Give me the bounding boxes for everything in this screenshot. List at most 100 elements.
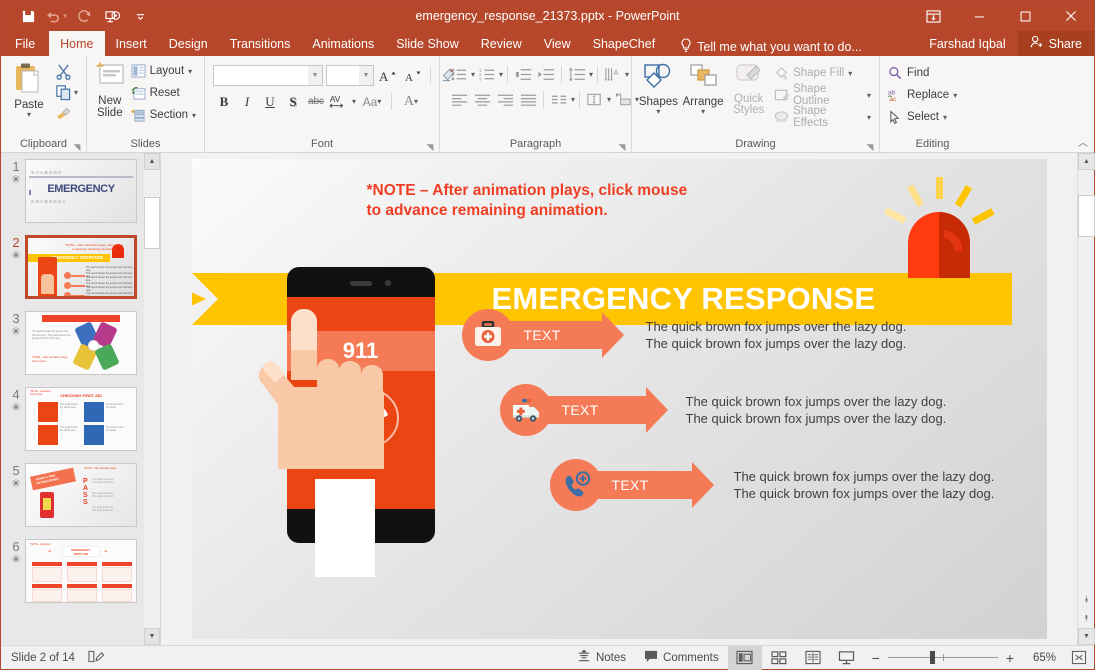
bullet-row-3[interactable]: TEXT The quick brown fox jumps over the … bbox=[550, 459, 995, 511]
presentation-icon[interactable] bbox=[99, 4, 125, 28]
strikethrough-button[interactable]: abc bbox=[305, 91, 327, 112]
change-case-button[interactable]: Aa ▾ bbox=[357, 91, 387, 112]
tab-animations[interactable]: Animations bbox=[301, 31, 385, 56]
customize-qat-chevron-down-icon[interactable] bbox=[127, 4, 153, 28]
reset-button[interactable]: Reset bbox=[128, 82, 199, 104]
shape-fill-chevron-down-icon[interactable]: ▾ bbox=[848, 70, 852, 77]
font-name-chevron-down-icon[interactable]: ▼ bbox=[308, 66, 322, 85]
save-icon[interactable] bbox=[15, 4, 41, 28]
shapes-chevron-down-icon[interactable]: ▾ bbox=[656, 108, 660, 115]
paragraph-dialog-launcher-icon[interactable]: ◥ bbox=[617, 139, 627, 149]
collapse-ribbon-button[interactable]: ︿ bbox=[1078, 134, 1088, 149]
clipboard-dialog-launcher-icon[interactable]: ◥ bbox=[72, 139, 82, 149]
shape-effects-chevron-down-icon[interactable]: ▾ bbox=[867, 114, 871, 121]
row-text-2[interactable]: The quick brown fox jumps over the lazy … bbox=[686, 393, 947, 428]
increase-indent-button[interactable] bbox=[535, 64, 557, 85]
layout-button[interactable]: Layout ▾ bbox=[128, 60, 199, 82]
maximize-button[interactable] bbox=[1002, 1, 1048, 31]
font-size-chevron-down-icon[interactable]: ▼ bbox=[359, 66, 373, 85]
thumbnail-image-3[interactable]: The quick brown fox jumps over the lazy … bbox=[25, 311, 137, 375]
section-button[interactable]: Section ▾ bbox=[128, 104, 199, 126]
quick-styles-button[interactable]: Quick Styles bbox=[726, 60, 771, 116]
scroll-down-icon[interactable]: ▼ bbox=[1078, 628, 1095, 645]
view-normal-button[interactable] bbox=[728, 646, 762, 670]
row-text-1[interactable]: The quick brown fox jumps over the lazy … bbox=[646, 318, 907, 353]
shape-outline-button[interactable]: Shape Outline ▾ bbox=[771, 84, 874, 106]
increase-font-size-button[interactable]: A bbox=[377, 65, 399, 86]
vertical-scroll-thumb[interactable] bbox=[1078, 195, 1095, 237]
slide-vertical-scrollbar[interactable]: ▲ ⯯ ⯭ ▼ bbox=[1077, 153, 1094, 645]
arrow-label-3[interactable]: TEXT bbox=[590, 471, 692, 499]
undo-icon[interactable]: ▾ bbox=[43, 4, 69, 28]
align-right-button[interactable] bbox=[494, 89, 516, 110]
drawing-dialog-launcher-icon[interactable]: ◥ bbox=[865, 139, 875, 149]
thumbnail-scroll-up-icon[interactable]: ▲ bbox=[144, 153, 160, 170]
bullet-row-2[interactable]: TEXT The quick brown fox jumps over the … bbox=[500, 384, 947, 436]
zoom-in-button[interactable]: + bbox=[1006, 650, 1014, 666]
zoom-percentage[interactable]: 65% bbox=[1022, 652, 1056, 664]
align-text-button[interactable] bbox=[584, 89, 606, 110]
cut-button[interactable] bbox=[52, 61, 74, 82]
align-text-chevron-down-icon[interactable]: ▾ bbox=[607, 96, 611, 103]
section-chevron-down-icon[interactable]: ▾ bbox=[192, 112, 196, 119]
copy-chevron-down-icon[interactable]: ▾ bbox=[74, 89, 78, 96]
replace-button[interactable]: abac Replace ▾ bbox=[885, 84, 960, 106]
numbering-button[interactable]: 123 bbox=[476, 64, 498, 85]
minimize-button[interactable] bbox=[956, 1, 1002, 31]
justify-button[interactable] bbox=[517, 89, 539, 110]
notes-button[interactable]: Notes bbox=[568, 646, 635, 670]
columns-button[interactable] bbox=[548, 89, 570, 110]
tab-shapechef[interactable]: ShapeChef bbox=[582, 31, 667, 56]
tab-design[interactable]: Design bbox=[158, 31, 219, 56]
thumbnail-item-1[interactable]: 1 ✳ ⊞ ⊡ ⊙ ⊠ ⊟ ⊞ ⊡ EMERGENCY ⊡ ⊞ ⊙ ⊠ ⊟ ⊞ … bbox=[1, 159, 160, 235]
tab-home[interactable]: Home bbox=[49, 31, 104, 56]
fit-to-window-button[interactable] bbox=[1064, 646, 1094, 670]
ribbon-display-options-icon[interactable] bbox=[910, 1, 956, 31]
numbering-chevron-down-icon[interactable]: ▾ bbox=[499, 71, 503, 78]
character-spacing-chevron-down-icon[interactable]: ▾ bbox=[352, 98, 356, 105]
thumbnail-scrollbar[interactable]: ▲ ▼ bbox=[144, 153, 160, 645]
slide-editing-surface[interactable]: *NOTE – After animation plays, click mou… bbox=[192, 159, 1047, 639]
font-dialog-launcher-icon[interactable]: ◥ bbox=[425, 139, 435, 149]
tab-transitions[interactable]: Transitions bbox=[219, 31, 302, 56]
text-shadow-button[interactable]: S bbox=[282, 91, 304, 112]
shape-fill-button[interactable]: Shape Fill ▾ bbox=[771, 62, 874, 84]
thumbnail-scroll-thumb[interactable] bbox=[144, 197, 160, 249]
arrow-label-2[interactable]: TEXT bbox=[540, 396, 646, 424]
bullets-button[interactable] bbox=[448, 64, 470, 85]
replace-chevron-down-icon[interactable]: ▾ bbox=[953, 92, 957, 99]
select-button[interactable]: Select ▾ bbox=[885, 106, 960, 128]
scroll-up-icon[interactable]: ▲ bbox=[1078, 153, 1095, 170]
tab-review[interactable]: Review bbox=[470, 31, 533, 56]
row-text-3[interactable]: The quick brown fox jumps over the lazy … bbox=[734, 468, 995, 503]
thumbnail-image-1[interactable]: ⊞ ⊡ ⊙ ⊠ ⊟ ⊞ ⊡ EMERGENCY ⊡ ⊞ ⊙ ⊠ ⊟ ⊞ ⊡ ⊙ bbox=[25, 159, 137, 223]
underline-button[interactable]: U bbox=[259, 91, 281, 112]
view-reading-button[interactable] bbox=[796, 646, 830, 670]
columns-chevron-down-icon[interactable]: ▾ bbox=[571, 96, 575, 103]
thumbnail-image-4[interactable]: CHECKING FIRST AID *NOTE – animationclic… bbox=[25, 387, 137, 451]
font-color-button[interactable]: A ▾ bbox=[396, 91, 426, 112]
bold-button[interactable]: B bbox=[213, 91, 235, 112]
font-name-combo[interactable]: ▼ bbox=[213, 65, 323, 86]
text-direction-chevron-down-icon[interactable]: ▾ bbox=[625, 71, 629, 78]
tab-slide-show[interactable]: Slide Show bbox=[385, 31, 470, 56]
font-color-chevron-down-icon[interactable]: ▾ bbox=[414, 98, 418, 105]
thumbnail-scroll-down-icon[interactable]: ▼ bbox=[144, 628, 160, 645]
center-button[interactable] bbox=[471, 89, 493, 110]
view-slide-sorter-button[interactable] bbox=[762, 646, 796, 670]
arrange-chevron-down-icon[interactable]: ▾ bbox=[701, 108, 705, 115]
zoom-out-button[interactable]: − bbox=[872, 650, 880, 666]
change-case-chevron-down-icon[interactable]: ▾ bbox=[377, 98, 381, 105]
tab-view[interactable]: View bbox=[533, 31, 582, 56]
share-button[interactable]: Share bbox=[1018, 31, 1094, 56]
arrange-button[interactable]: Arrange ▾ bbox=[680, 60, 727, 115]
bullets-chevron-down-icon[interactable]: ▾ bbox=[471, 71, 475, 78]
thumbnail-item-3[interactable]: 3 ✳ The quick brown fox jumps over the l… bbox=[1, 311, 160, 387]
slide-note-text[interactable]: *NOTE – After animation plays, click mou… bbox=[367, 181, 688, 221]
close-button[interactable] bbox=[1048, 1, 1094, 31]
paste-chevron-down-icon[interactable]: ▾ bbox=[27, 111, 31, 118]
new-slide-button[interactable]: New Slide bbox=[92, 59, 128, 119]
copy-button[interactable] bbox=[52, 82, 74, 103]
arrow-label-1[interactable]: TEXT bbox=[502, 321, 602, 349]
find-button[interactable]: Find bbox=[885, 62, 960, 84]
